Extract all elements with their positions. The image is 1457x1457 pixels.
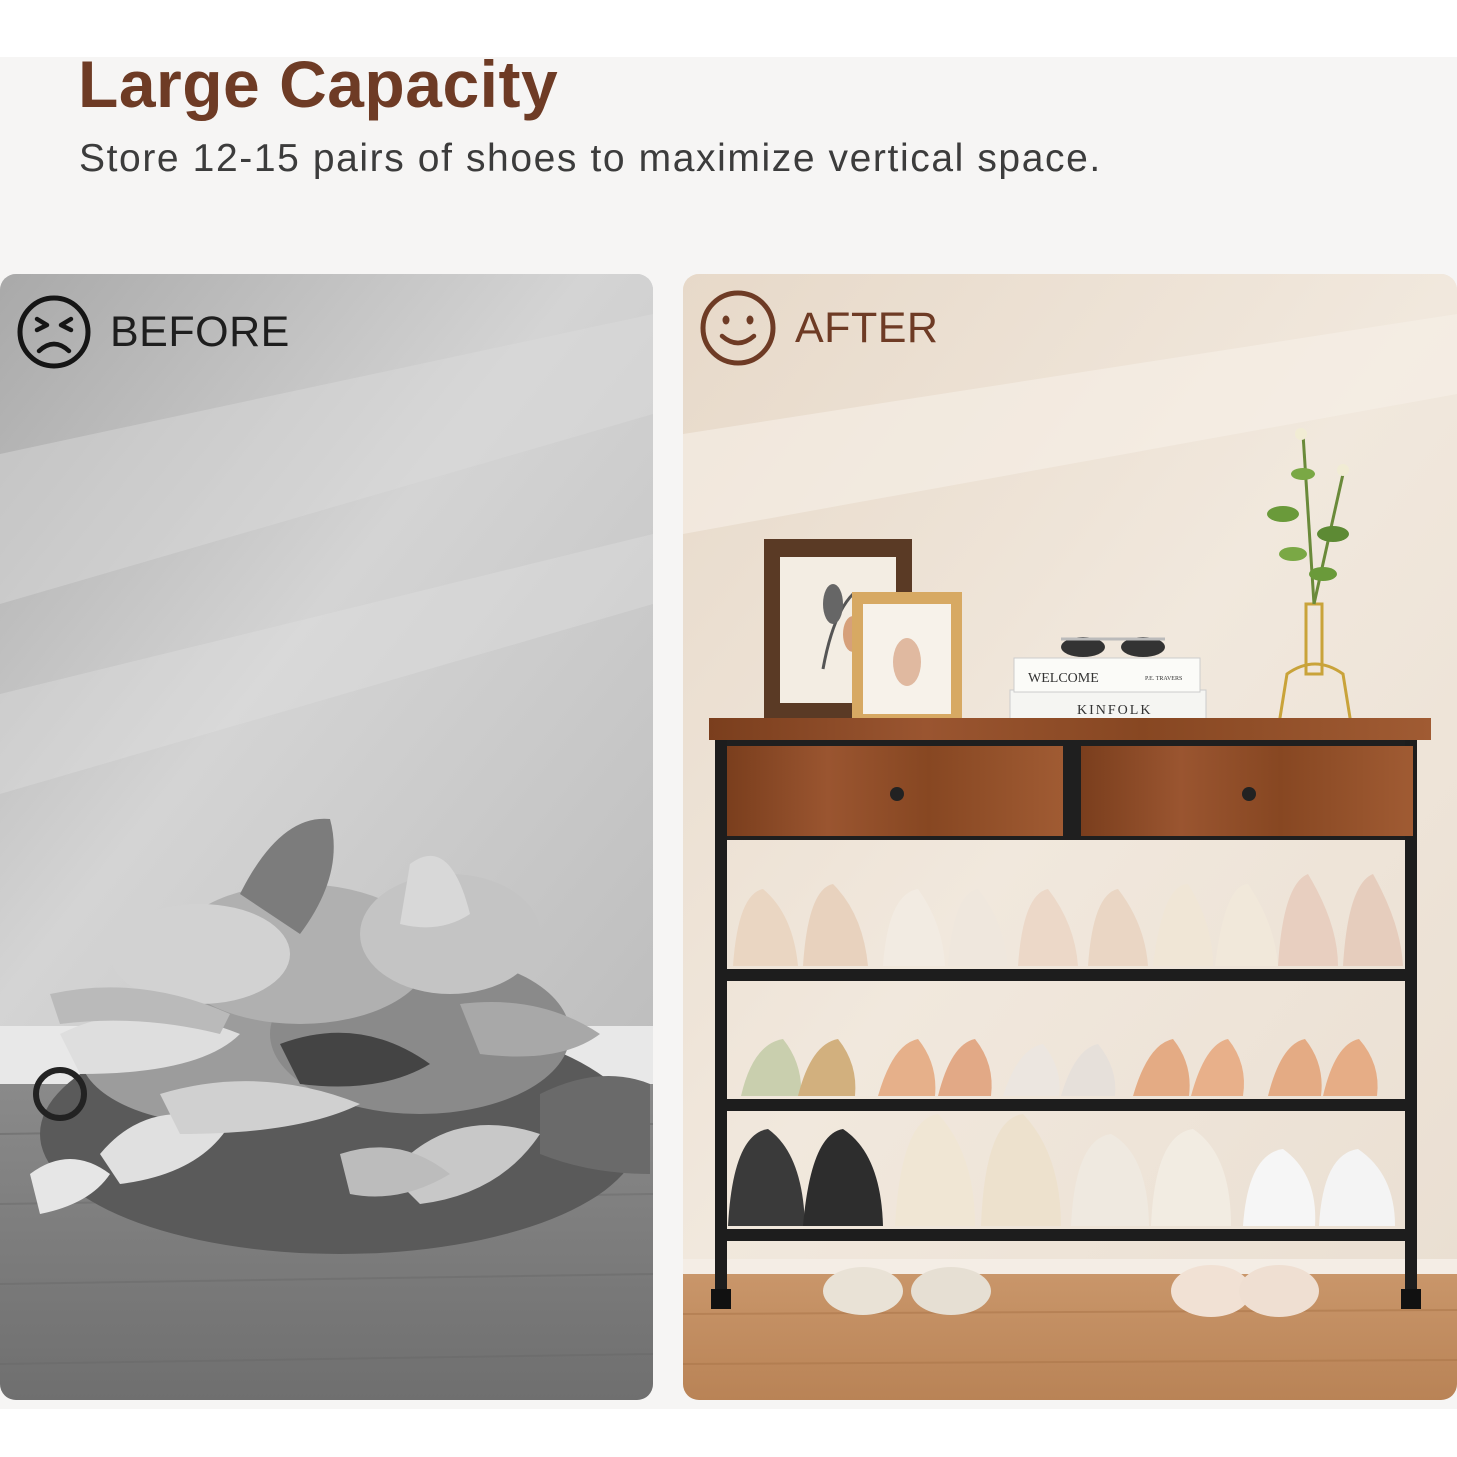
- after-panel: WELCOME P.E. TRAVERS KINFOLK AFTER: [683, 274, 1457, 1400]
- after-floor: [683, 1274, 1457, 1400]
- before-header: BEFORE: [16, 294, 290, 370]
- shelf-2: [727, 1099, 1417, 1111]
- book-author: P.E. TRAVERS: [1145, 676, 1182, 682]
- before-panel: BEFORE: [0, 274, 653, 1400]
- page-subtitle: Store 12-15 pairs of shoes to maximize v…: [79, 137, 1102, 180]
- smiley-face-icon: [699, 289, 777, 367]
- book-title-kinfolk: KINFOLK: [1077, 703, 1152, 718]
- book-stack: WELCOME P.E. TRAVERS KINFOLK: [1009, 657, 1207, 725]
- shelf-3: [727, 1229, 1417, 1241]
- page-title: Large Capacity: [78, 47, 559, 121]
- before-label: BEFORE: [110, 307, 290, 356]
- before-scene-illustration: [0, 274, 653, 1400]
- after-label: AFTER: [795, 303, 939, 352]
- after-scene-illustration: WELCOME P.E. TRAVERS KINFOLK: [683, 274, 1457, 1400]
- book-title-welcome: WELCOME: [1028, 671, 1099, 686]
- sad-face-icon: [16, 294, 92, 370]
- after-header: AFTER: [699, 289, 938, 367]
- shelf-1: [727, 969, 1417, 981]
- rack-top-board: [709, 718, 1431, 740]
- picture-frame-small: [852, 592, 962, 726]
